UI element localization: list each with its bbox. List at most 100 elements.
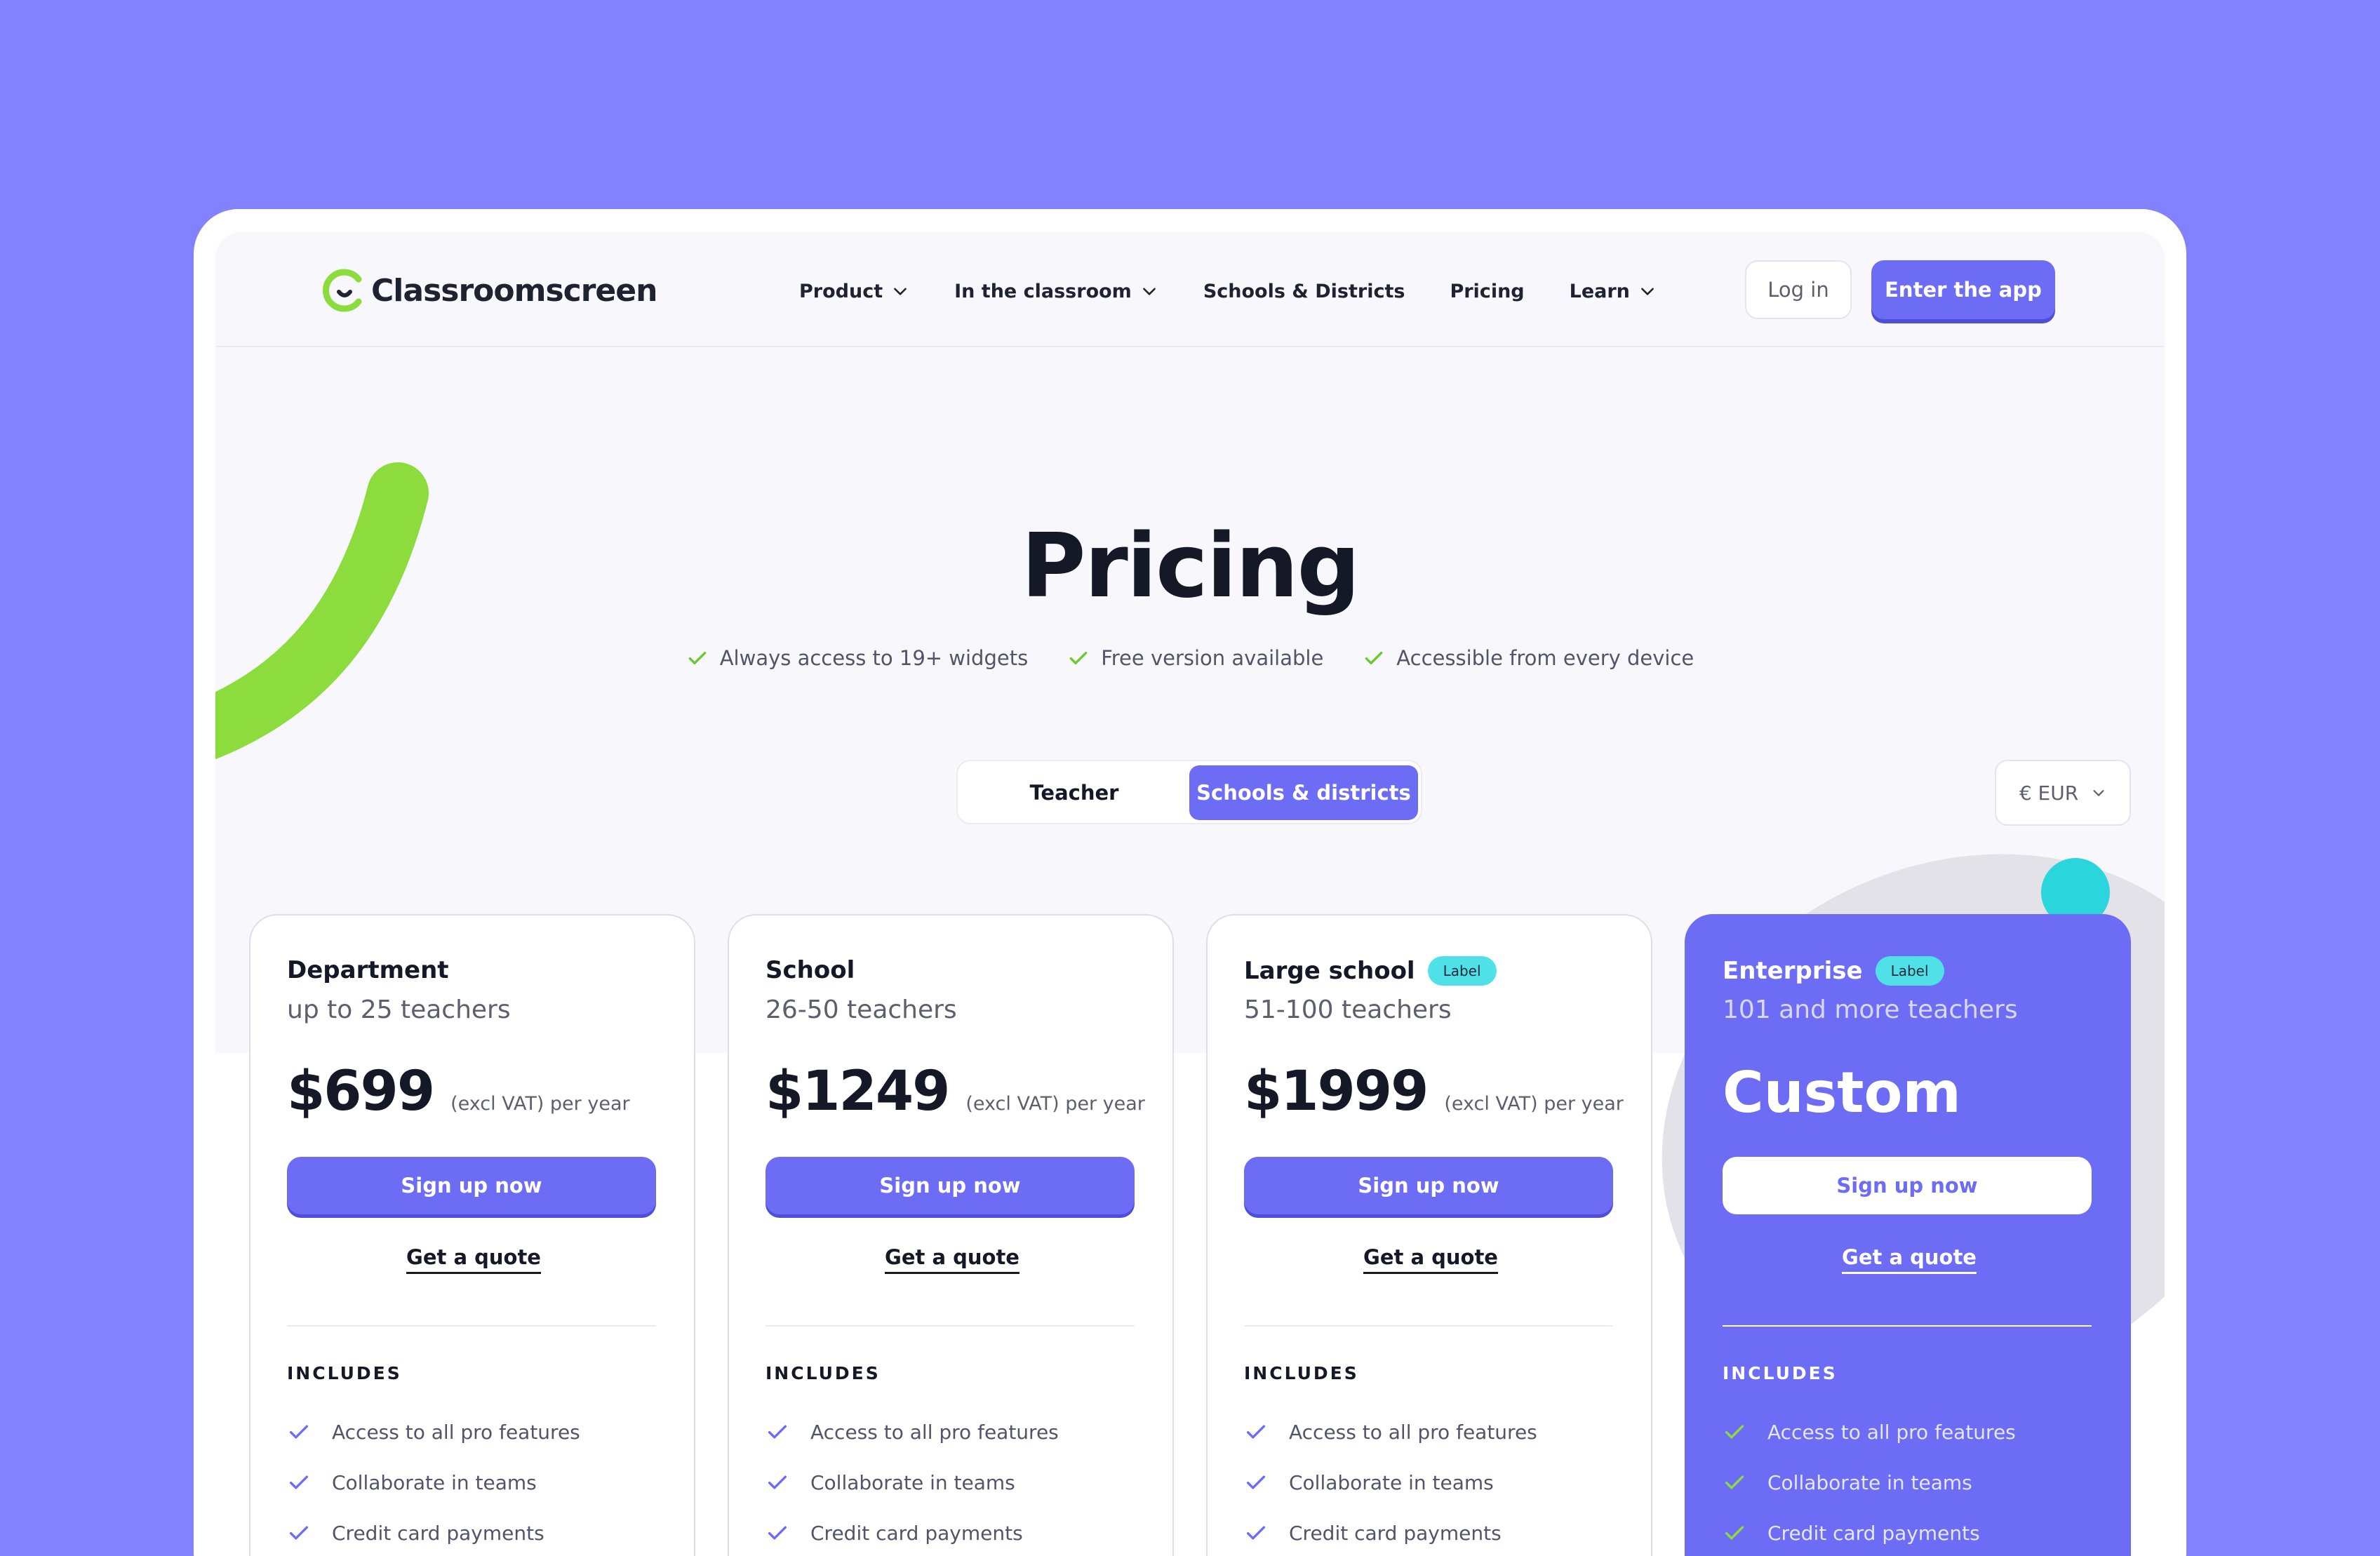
check-icon <box>1725 1475 1744 1489</box>
sign-up-button[interactable]: Sign up now <box>1244 1157 1613 1214</box>
hero-feature: Accessible from every device <box>1363 646 1694 670</box>
plan-card-enterprise: Enterprise Label 101 and more teachers C… <box>1685 914 2131 1556</box>
plan-name-text: Enterprise <box>1723 957 1863 985</box>
brand-name: Classroomscreen <box>371 272 657 309</box>
feature-label: Collaborate in teams <box>1767 1470 1972 1494</box>
price-note: (excl VAT) per year <box>1444 1093 1624 1115</box>
sign-up-button[interactable]: Sign up now <box>766 1157 1135 1214</box>
plan-name: Large school Label <box>1244 956 1497 986</box>
check-icon <box>768 1475 787 1489</box>
nav-item-label: In the classroom <box>954 280 1132 302</box>
plan-feature-list: Access to all pro features Collaborate i… <box>287 1407 680 1556</box>
check-icon <box>1725 1526 1744 1540</box>
get-quote-link[interactable]: Get a quote <box>885 1245 1019 1274</box>
get-quote-link-wrap: Get a quote <box>250 1245 697 1274</box>
divider <box>287 1325 656 1327</box>
plan-subtitle: 101 and more teachers <box>1723 995 2018 1024</box>
toggle-option-teacher[interactable]: Teacher <box>963 765 1185 820</box>
check-icon <box>1246 1425 1266 1439</box>
plan-subtitle: 51-100 teachers <box>1244 995 1452 1024</box>
plan-price: $1249 (excl VAT) per year <box>766 1060 1145 1123</box>
nav-item-in-the-classroom[interactable]: In the classroom <box>954 281 1158 302</box>
plan-feature-list: Access to all pro features Collaborate i… <box>766 1407 1158 1556</box>
feature-label: Collaborate in teams <box>1289 1470 1494 1494</box>
check-icon <box>688 651 707 665</box>
audience-toggle: Teacher Schools & districts <box>956 760 1422 824</box>
nav-item-label: Pricing <box>1450 280 1525 302</box>
currency-select[interactable]: € EUR <box>1995 760 2131 826</box>
hero-feature-label: Always access to 19+ widgets <box>719 646 1029 670</box>
divider <box>1244 1325 1613 1327</box>
plan-card-large-school: Large school Label 51-100 teachers $1999… <box>1206 914 1652 1556</box>
sign-up-button[interactable]: Sign up now <box>287 1157 656 1214</box>
list-item: Credit card payments <box>766 1508 1158 1556</box>
pricing-page: Classroomscreen Product In the classroom… <box>215 232 2165 1556</box>
includes-heading: INCLUDES <box>1244 1363 1359 1383</box>
check-icon <box>1246 1526 1266 1540</box>
list-item: Access to all pro features <box>766 1407 1158 1457</box>
hero-feature: Free version available <box>1067 646 1323 670</box>
includes-heading: INCLUDES <box>1723 1363 1838 1383</box>
list-item: Collaborate in teams <box>287 1457 680 1508</box>
check-icon <box>289 1475 309 1489</box>
check-icon <box>768 1425 787 1439</box>
list-item: Access to all pro features <box>1723 1407 2115 1457</box>
get-quote-link[interactable]: Get a quote <box>406 1245 541 1274</box>
list-item: Credit card payments <box>287 1508 680 1556</box>
nav-item-learn[interactable]: Learn <box>1570 281 1657 302</box>
price-amount: $1999 <box>1244 1060 1429 1123</box>
login-button[interactable]: Log in <box>1745 260 1852 319</box>
plan-price: $1999 (excl VAT) per year <box>1244 1060 1624 1123</box>
check-icon <box>289 1425 309 1439</box>
nav-item-label: Learn <box>1569 280 1630 302</box>
price-note: (excl VAT) per year <box>450 1093 630 1115</box>
plan-card-department: Department up to 25 teachers $699 (excl … <box>249 914 695 1556</box>
feature-label: Access to all pro features <box>332 1420 580 1444</box>
page-title: Pricing <box>1021 514 1360 617</box>
list-item: Collaborate in teams <box>766 1457 1158 1508</box>
sign-up-button[interactable]: Sign up now <box>1723 1157 2092 1214</box>
brand-logo[interactable]: Classroomscreen <box>322 267 657 314</box>
get-quote-link-wrap: Get a quote <box>1208 1245 1654 1274</box>
plan-badge: Label <box>1875 956 1944 986</box>
plan-feature-list: Access to all pro features Collaborate i… <box>1244 1407 1637 1556</box>
plan-name: Enterprise Label <box>1723 956 1944 986</box>
check-icon <box>1069 651 1088 665</box>
get-quote-link[interactable]: Get a quote <box>1363 1245 1498 1274</box>
check-icon <box>768 1526 787 1540</box>
nav-item-pricing[interactable]: Pricing <box>1450 281 1524 302</box>
nav-item-label: Product <box>799 280 883 302</box>
green-arc-decoration <box>215 462 429 760</box>
list-item: Access to all pro features <box>1244 1407 1637 1457</box>
plan-subtitle: up to 25 teachers <box>287 995 511 1024</box>
nav-item-schools-districts[interactable]: Schools & Districts <box>1203 281 1405 302</box>
hero-feature-list: Always access to 19+ widgets Free versio… <box>215 646 2165 670</box>
feature-label: Access to all pro features <box>810 1420 1059 1444</box>
price-amount: $699 <box>287 1060 435 1123</box>
get-quote-link-wrap: Get a quote <box>729 1245 1175 1274</box>
nav-item-product[interactable]: Product <box>799 281 909 302</box>
hero-feature: Always access to 19+ widgets <box>686 646 1028 670</box>
hero-feature-label: Free version available <box>1101 646 1324 670</box>
currency-value: € EUR <box>2019 781 2079 805</box>
divider <box>766 1325 1135 1327</box>
chevron-down-icon <box>894 288 907 295</box>
toggle-option-schools-districts[interactable]: Schools & districts <box>1189 765 1418 820</box>
check-icon <box>1246 1475 1266 1489</box>
plan-price: $699 (excl VAT) per year <box>287 1060 630 1123</box>
plan-badge: Label <box>1427 956 1497 986</box>
top-navigation: Classroomscreen Product In the classroom… <box>215 232 2165 347</box>
price-note: (excl VAT) per year <box>965 1093 1145 1115</box>
enter-app-button[interactable]: Enter the app <box>1871 260 2055 319</box>
get-quote-link[interactable]: Get a quote <box>1842 1245 1977 1274</box>
feature-label: Credit card payments <box>1289 1521 1502 1545</box>
feature-label: Access to all pro features <box>1767 1420 2016 1444</box>
get-quote-link-wrap: Get a quote <box>1686 1245 2132 1274</box>
main-menu: Product In the classroom Schools & Distr… <box>799 271 1702 311</box>
plan-card-school: School 26-50 teachers $1249 (excl VAT) p… <box>728 914 1174 1556</box>
plan-name: School <box>766 956 855 984</box>
check-icon <box>1365 651 1383 665</box>
list-item: Collaborate in teams <box>1723 1457 2115 1508</box>
classroomscreen-logo-icon <box>323 269 362 312</box>
plan-name: Department <box>287 956 449 984</box>
